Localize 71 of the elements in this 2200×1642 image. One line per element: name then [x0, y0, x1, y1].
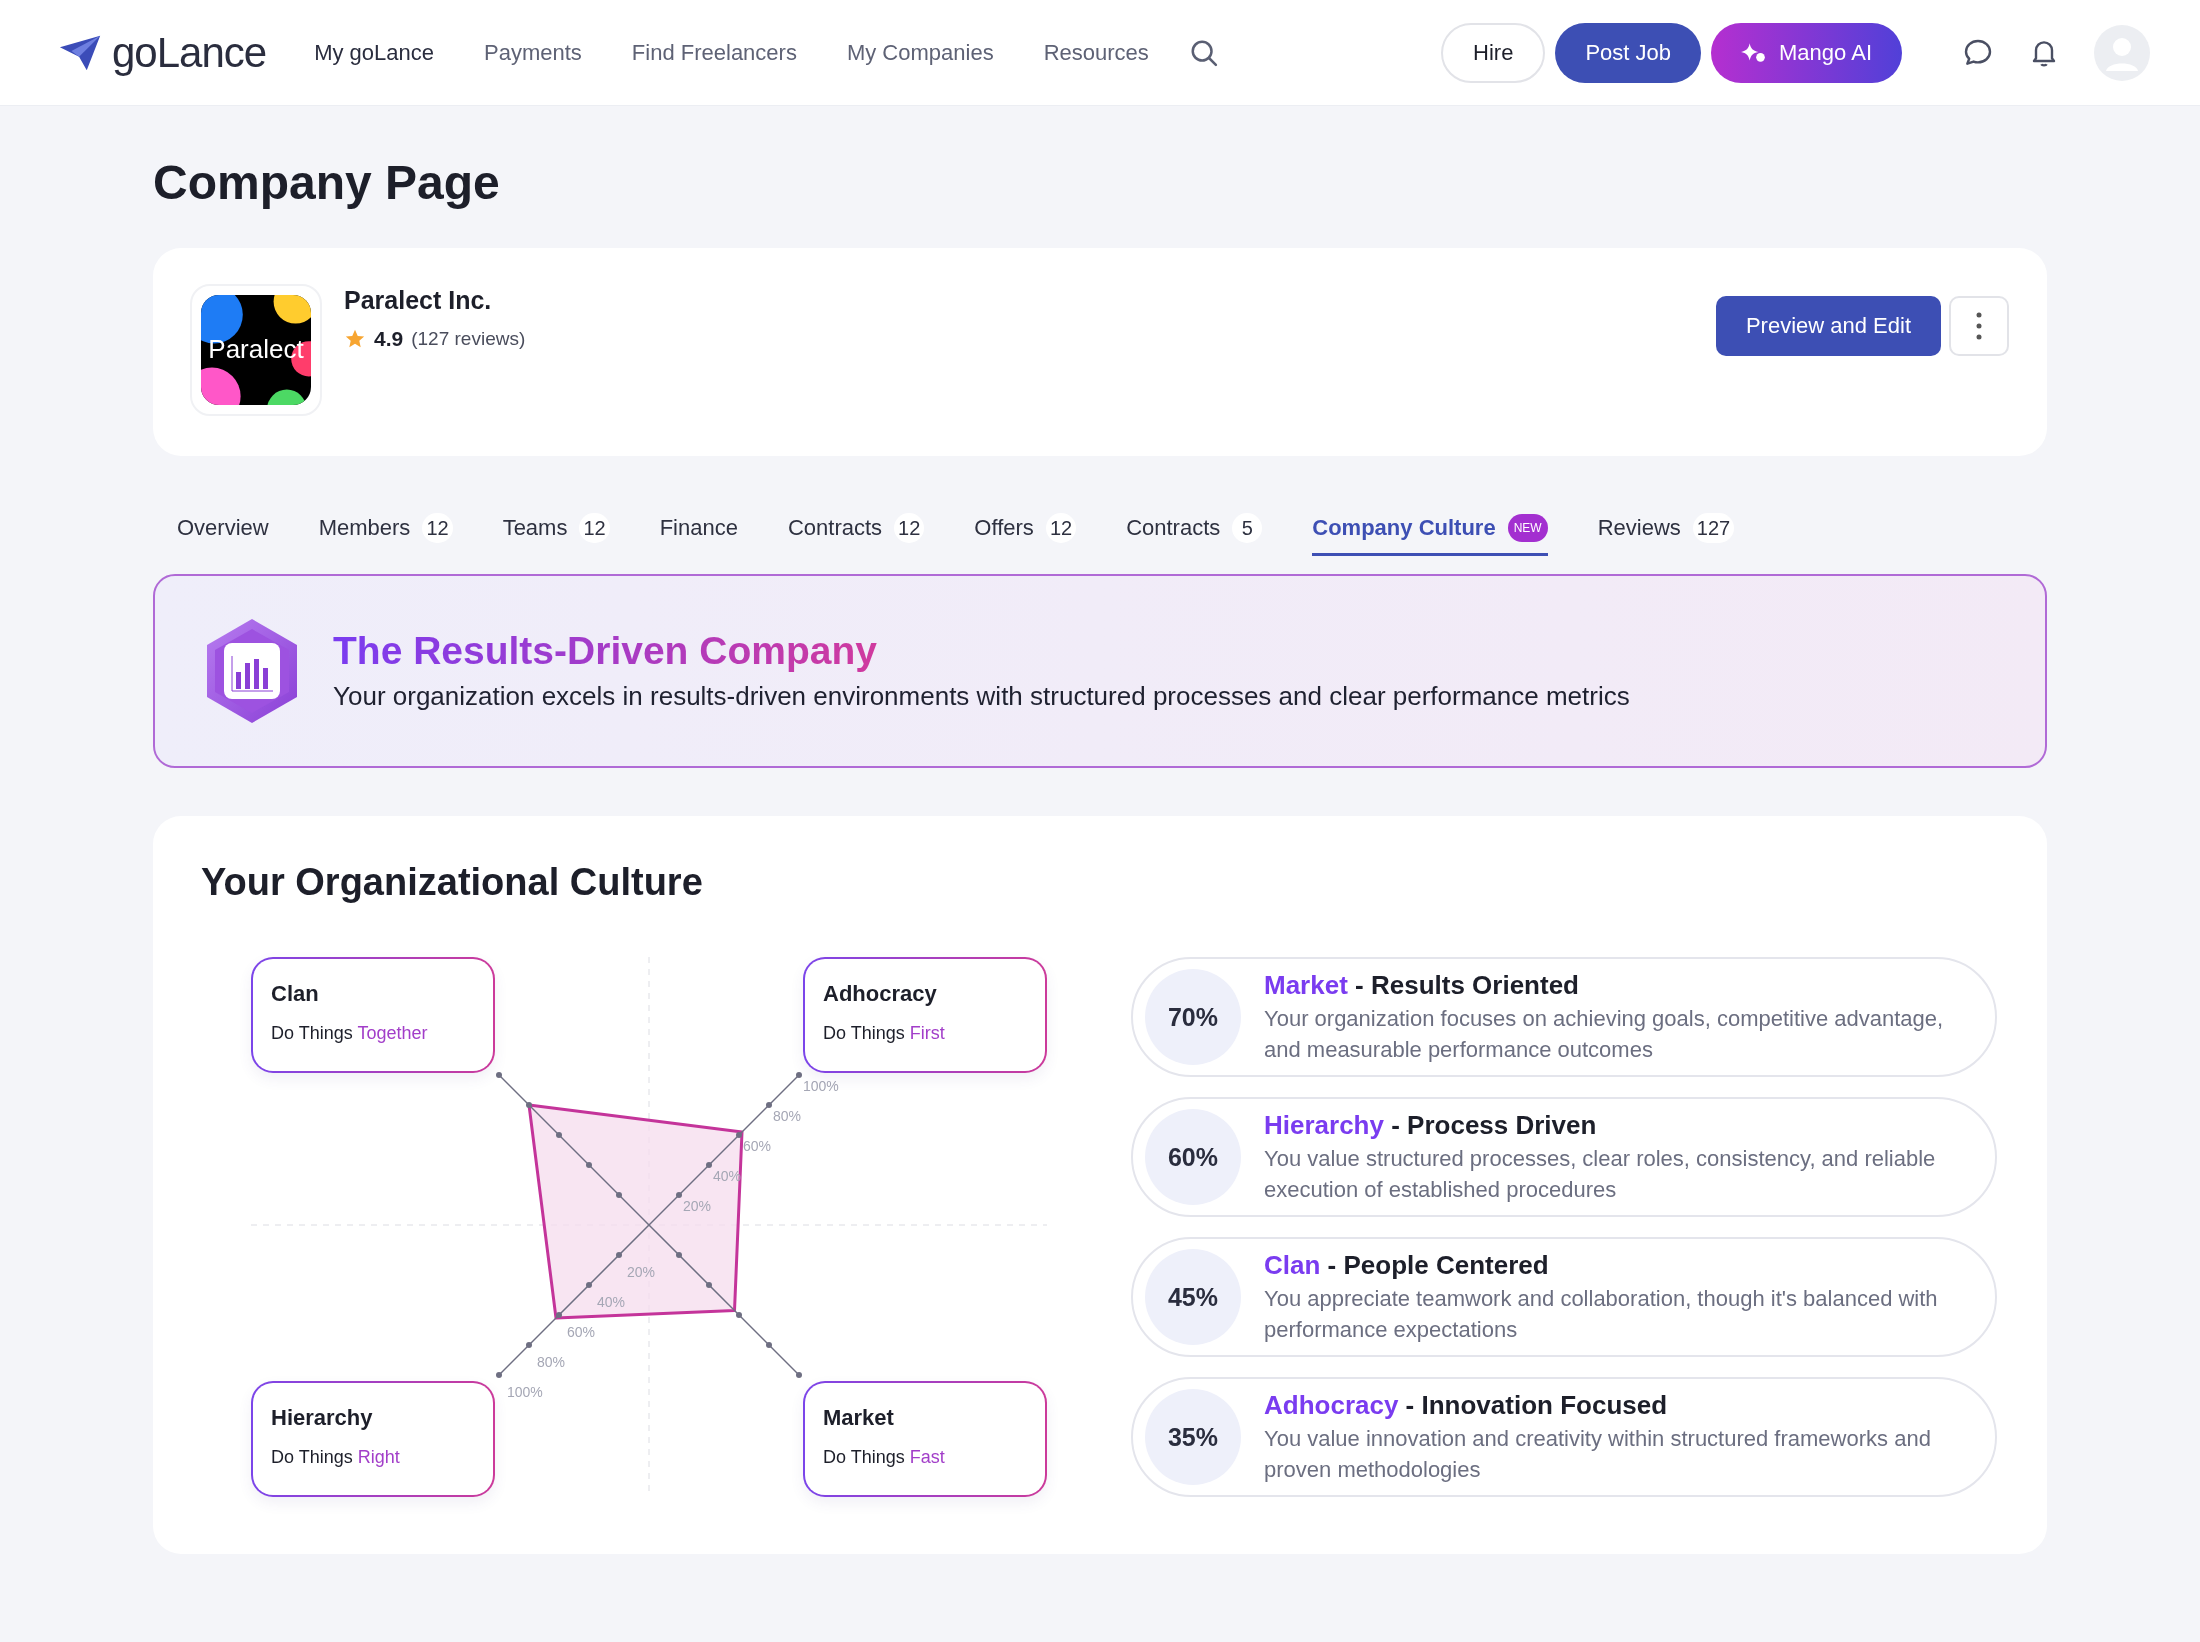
- tick-label: 80%: [773, 1108, 802, 1125]
- tab-count: 12: [1045, 513, 1077, 544]
- tab-count: 12: [894, 513, 925, 544]
- tick-label: 60%: [743, 1138, 772, 1155]
- tab-label: Overview: [177, 515, 269, 542]
- tick-label: 40%: [597, 1294, 626, 1311]
- profile-heading: Hierarchy - Process Driven: [1264, 1109, 1598, 1141]
- company-name: Paralect Inc.: [344, 285, 493, 315]
- profile-description: Your organization focuses on achieving goals, competitive advantage, and measurable performance outcomes: [1264, 1004, 1945, 1064]
- tab-label: Finance: [659, 515, 738, 542]
- tab-count: 12: [422, 513, 453, 544]
- tab[interactable]: Contracts 12: [787, 507, 925, 556]
- tick-label: 20%: [627, 1264, 656, 1281]
- profile-description: You value structured processes, clear roles, consistency, and reliable execution of established procedures: [1264, 1144, 1937, 1204]
- review-count: (127 reviews): [411, 327, 526, 350]
- percent-badge: 60%: [1145, 1109, 1241, 1206]
- quadrant-motto: Do Things First: [823, 1023, 946, 1045]
- tab[interactable]: Offers 12: [974, 507, 1077, 556]
- tab-label: Reviews: [1597, 515, 1681, 542]
- tab[interactable]: Teams 12: [502, 507, 610, 556]
- tick-label: 100%: [507, 1384, 543, 1401]
- tab[interactable]: Members 12: [318, 507, 453, 556]
- tab[interactable]: Reviews 127: [1597, 507, 1735, 556]
- quadrant-name: Adhocracy: [823, 981, 938, 1008]
- header-button[interactable]: Mango AI: [1711, 22, 1902, 83]
- quadrant-name: Market: [823, 1405, 895, 1432]
- nav-link[interactable]: My goLance: [314, 39, 434, 66]
- preview-edit-button[interactable]: Preview and Edit: [1715, 295, 1941, 356]
- tab[interactable]: Overview: [177, 507, 269, 556]
- tab-label: Company Culture: [1312, 515, 1496, 542]
- quadrant-name: Clan: [271, 981, 320, 1008]
- banner-description: Your organization excels in results-driven environments with structured processes and clear performance metrics: [333, 681, 1630, 713]
- tab-label: Contracts: [787, 515, 883, 542]
- profile-heading: Market - Results Oriented: [1264, 969, 1580, 1001]
- header-button[interactable]: Post Job: [1555, 22, 1702, 83]
- tab[interactable]: Company Culture NEW: [1312, 507, 1548, 556]
- tab-label: Contracts: [1126, 515, 1221, 542]
- quadrant-motto: Do Things Fast: [823, 1447, 946, 1469]
- percent-badge: 45%: [1145, 1249, 1241, 1346]
- tab-count: 5: [1232, 513, 1263, 544]
- tick-label: 20%: [683, 1198, 712, 1215]
- tab[interactable]: Finance: [659, 507, 738, 556]
- quadrant-motto: Do Things Together: [271, 1023, 429, 1045]
- quadrant-motto: Do Things Right: [271, 1447, 401, 1469]
- profile-description: You appreciate teamwork and collaboration, though it's balanced with performance expectations: [1264, 1284, 1939, 1344]
- percent-badge: 70%: [1145, 969, 1241, 1066]
- tab-label: Teams: [502, 515, 568, 542]
- tick-label: 80%: [537, 1354, 566, 1371]
- tick-label: 100%: [803, 1078, 839, 1095]
- rating-value: 4.9: [374, 326, 404, 351]
- header-button[interactable]: Hire: [1441, 22, 1546, 83]
- nav-link[interactable]: Resources: [1043, 39, 1149, 66]
- nav-link[interactable]: My Companies: [846, 39, 994, 66]
- profile-heading: Adhocracy - Innovation Focused: [1264, 1389, 1669, 1421]
- logo-text: goLance: [112, 28, 267, 77]
- profile-description: You value innovation and creativity within structured frameworks and proven methodologies: [1264, 1424, 1932, 1484]
- tick-label: 60%: [567, 1324, 596, 1341]
- nav-link[interactable]: Payments: [484, 39, 582, 66]
- profile-heading: Clan - People Centered: [1264, 1249, 1550, 1281]
- more-icon: [1976, 310, 1982, 341]
- tab[interactable]: Contracts 5: [1126, 507, 1263, 556]
- tab-label: Offers: [974, 515, 1034, 542]
- new-badge: NEW: [1507, 514, 1548, 543]
- quadrant-name: Hierarchy: [271, 1405, 374, 1432]
- section-title: Your Organizational Culture: [201, 859, 704, 905]
- tab-count: 12: [579, 513, 610, 544]
- tab-label: Members: [318, 515, 411, 542]
- page-title: Company Page: [153, 155, 501, 211]
- percent-badge: 35%: [1145, 1389, 1241, 1486]
- nav-link[interactable]: Find Freelancers: [631, 39, 797, 66]
- tab-count: 127: [1692, 513, 1735, 544]
